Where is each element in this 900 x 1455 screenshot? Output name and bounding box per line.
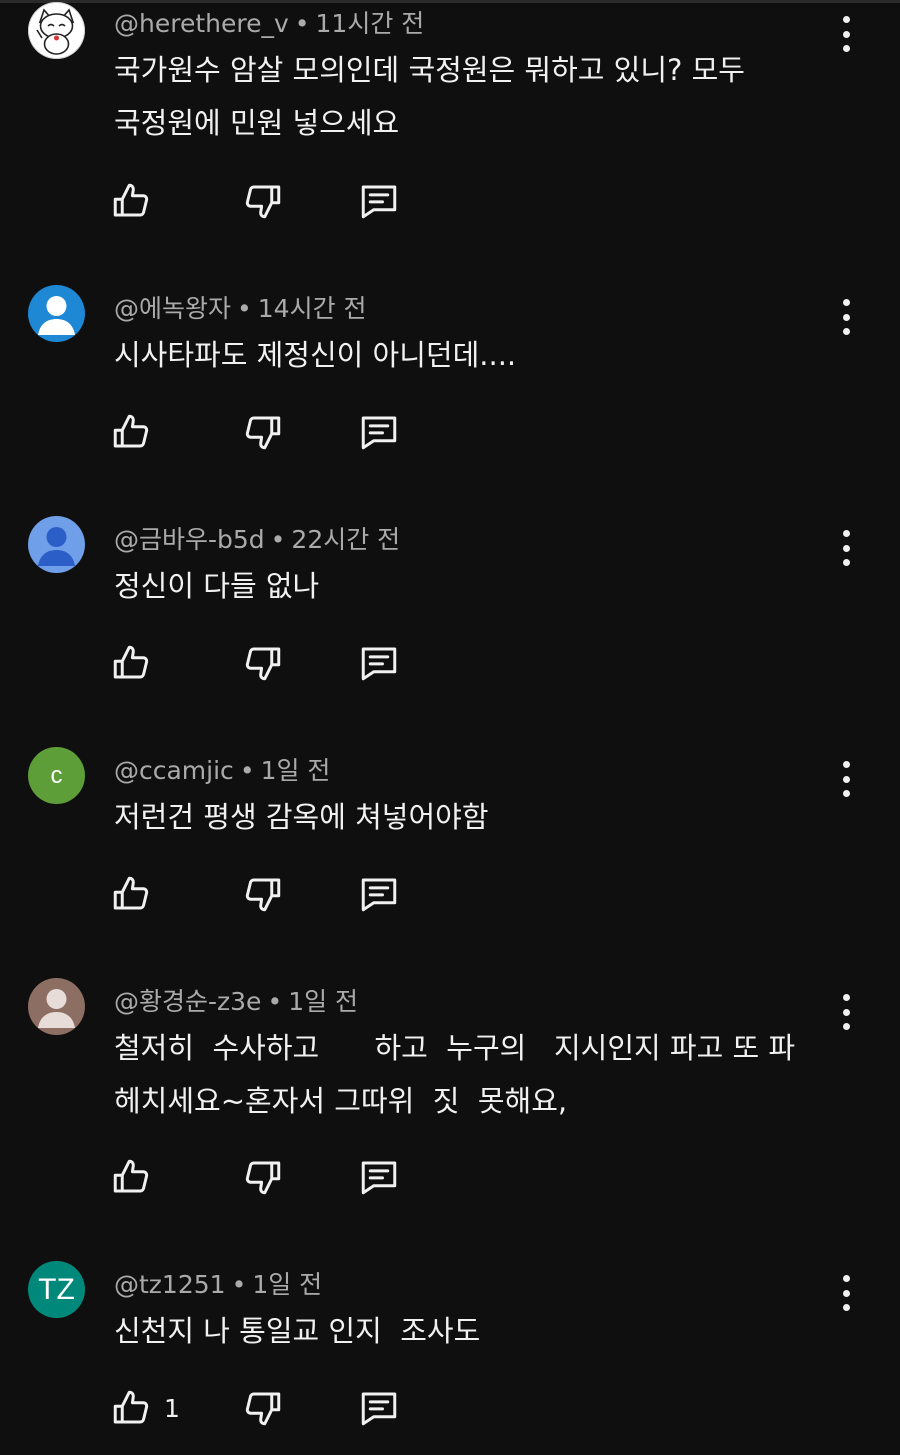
comment-text: 정신이 다들 없나 — [114, 569, 320, 603]
comment-meta: @ccamjic • 1일 전 — [114, 751, 330, 787]
avatar[interactable]: TZ — [28, 1261, 85, 1318]
avatar-letter: TZ — [38, 1272, 75, 1306]
meta-separator: • — [237, 294, 252, 323]
comment-meta: @황경순-z3e • 1일 전 — [114, 982, 358, 1018]
more-actions-button[interactable] — [832, 528, 860, 568]
person-icon — [38, 296, 75, 335]
dislike-button[interactable] — [242, 640, 284, 686]
reply-button[interactable] — [358, 1154, 400, 1200]
avatar[interactable] — [28, 516, 85, 573]
dislike-button[interactable] — [242, 871, 284, 917]
like-count: 1 — [164, 1393, 180, 1423]
comment-meta: @에녹왕자 • 14시간 전 — [114, 289, 367, 325]
comment-author[interactable]: @에녹왕자 — [114, 294, 231, 323]
comment-meta: @금바우-b5d • 22시간 전 — [114, 520, 400, 556]
comment-icon — [361, 878, 397, 912]
dislike-button[interactable] — [242, 178, 284, 224]
comment-time[interactable]: 14시간 전 — [258, 294, 367, 323]
thumbs-up-icon — [113, 876, 149, 910]
more-actions-button[interactable] — [832, 297, 860, 337]
comment-time[interactable]: 22시간 전 — [291, 525, 400, 554]
like-button[interactable] — [110, 871, 164, 917]
comment-author[interactable]: @ccamjic — [114, 756, 234, 785]
comment-text: 철저히 수사하고 하고 누구의 지시인지 파고 또 파 헤치세요~혼자서 그따위… — [114, 1031, 796, 1118]
reply-button[interactable] — [358, 178, 400, 224]
comment-time[interactable]: 1일 전 — [288, 987, 358, 1016]
comment-time[interactable]: 11시간 전 — [316, 9, 425, 38]
reply-button[interactable] — [358, 409, 400, 455]
cat-icon — [28, 2, 85, 59]
comment-text: 시사타파도 제정신이 아니던데.... — [114, 338, 517, 372]
avatar[interactable] — [28, 285, 85, 342]
comment-author[interactable]: @herethere_v — [114, 9, 289, 38]
avatar-letter: c — [50, 761, 63, 789]
more-actions-button[interactable] — [832, 14, 860, 54]
thumbs-down-icon — [245, 416, 281, 450]
comment-time[interactable]: 1일 전 — [252, 1270, 322, 1299]
person-icon — [38, 989, 75, 1028]
more-actions-button[interactable] — [832, 1273, 860, 1313]
meta-separator: • — [239, 756, 255, 785]
thumbs-down-icon — [245, 878, 281, 912]
thumbs-down-icon — [245, 647, 281, 681]
comment-icon — [361, 1161, 397, 1195]
meta-separator: • — [231, 1270, 247, 1299]
reply-button[interactable] — [358, 640, 400, 686]
dislike-button[interactable] — [242, 1385, 284, 1431]
thumbs-down-icon — [245, 185, 281, 219]
meta-separator: • — [294, 9, 310, 38]
thumbs-up-icon — [113, 414, 149, 448]
more-actions-button[interactable] — [832, 759, 860, 799]
comment-time[interactable]: 1일 전 — [261, 756, 331, 785]
avatar[interactable] — [28, 2, 85, 59]
comment-text: 저런건 평생 감옥에 쳐넣어야함 — [114, 800, 489, 834]
reply-button[interactable] — [358, 1385, 400, 1431]
like-button[interactable]: 1 — [110, 1385, 180, 1431]
thumbs-up-icon — [113, 645, 149, 679]
more-actions-button[interactable] — [832, 992, 860, 1032]
dislike-button[interactable] — [242, 1154, 284, 1200]
like-button[interactable] — [110, 178, 164, 224]
like-button[interactable] — [110, 1154, 164, 1200]
comment-meta: @tz1251 • 1일 전 — [114, 1265, 322, 1301]
comment-author[interactable]: @금바우-b5d — [114, 525, 265, 554]
comment-icon — [361, 647, 397, 681]
comment-icon — [361, 185, 397, 219]
meta-separator: • — [267, 987, 283, 1016]
top-divider — [0, 0, 900, 3]
thumbs-down-icon — [245, 1161, 281, 1195]
comment-icon — [361, 416, 397, 450]
thumbs-up-icon — [113, 183, 149, 217]
thumbs-up-icon — [113, 1159, 149, 1193]
meta-separator: • — [270, 525, 286, 554]
thumbs-down-icon — [245, 1392, 281, 1426]
comment-text: 신천지 나 통일교 인지 조사도 — [114, 1314, 481, 1348]
avatar[interactable] — [28, 978, 85, 1035]
comment-author[interactable]: @황경순-z3e — [114, 987, 261, 1016]
person-icon — [38, 527, 75, 566]
avatar[interactable]: c — [28, 747, 85, 804]
dislike-button[interactable] — [242, 409, 284, 455]
like-button[interactable] — [110, 640, 164, 686]
comment-author[interactable]: @tz1251 — [114, 1270, 226, 1299]
comment-text: 국가원수 암살 모의인데 국정원은 뭐하고 있니? 모두 국정원에 민원 넣으세… — [114, 53, 745, 140]
like-button[interactable] — [110, 409, 164, 455]
comment-icon — [361, 1392, 397, 1426]
thumbs-up-icon — [113, 1390, 149, 1424]
comment-meta: @herethere_v • 11시간 전 — [114, 4, 424, 40]
reply-button[interactable] — [358, 871, 400, 917]
